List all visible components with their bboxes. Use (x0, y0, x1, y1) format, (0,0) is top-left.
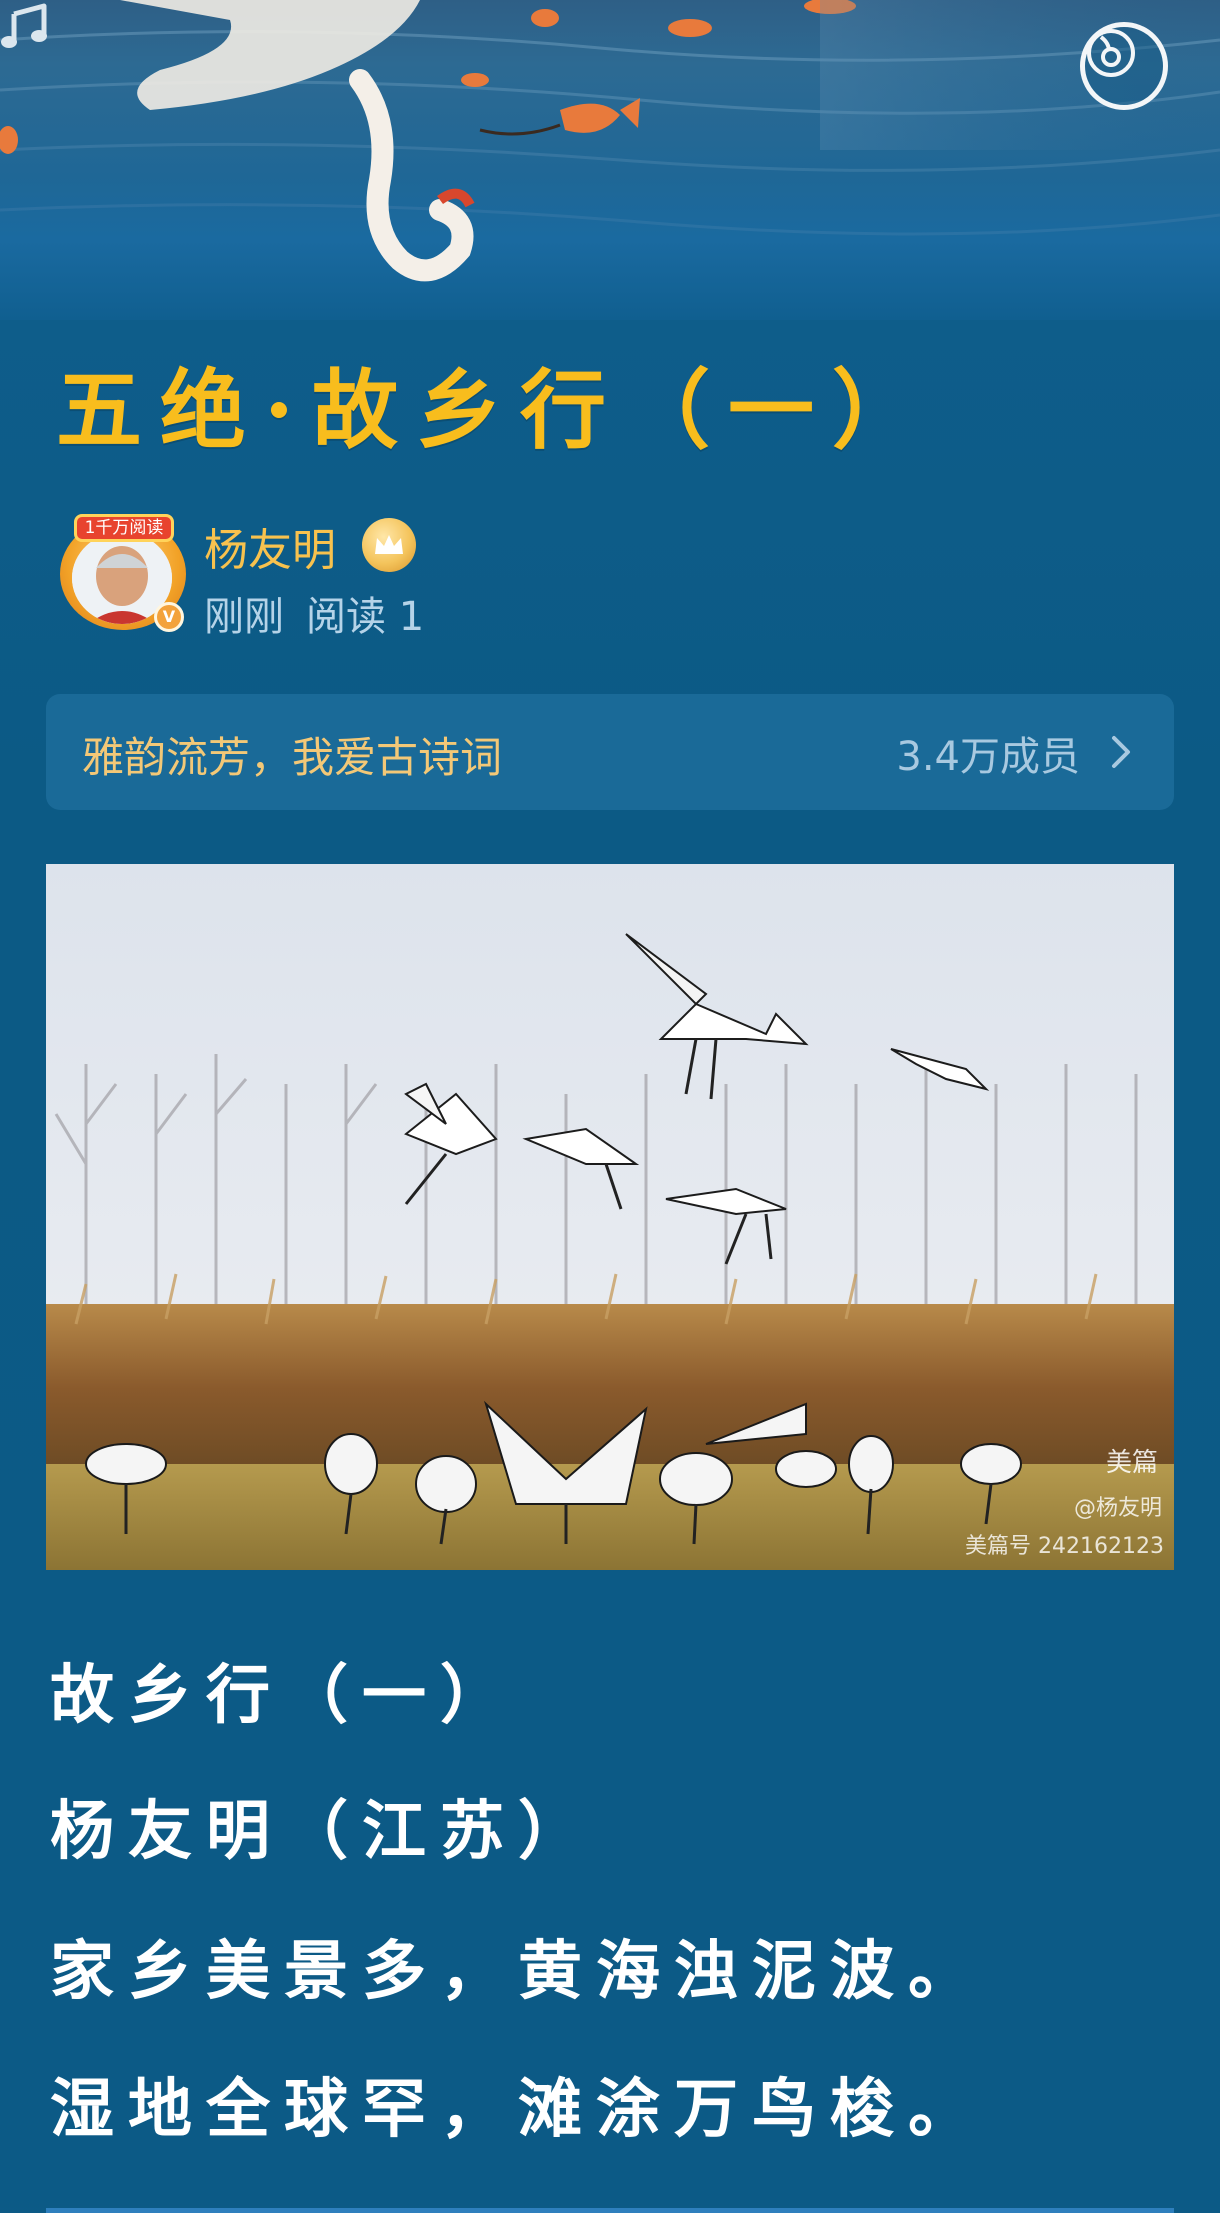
crown-icon (362, 518, 416, 572)
verified-icon: V (154, 602, 184, 632)
watermark-author: @杨友明 (1073, 1496, 1162, 1521)
poem-author: 杨友明（江苏） (50, 1794, 596, 1869)
community-name: 雅韵流芳，我爱古诗词 (82, 733, 503, 782)
music-disc-button[interactable] (1080, 22, 1168, 110)
watermark-brand: 美篇 (1105, 1448, 1158, 1478)
poem-line: 湿地全球罕，滩涂万鸟梭。 (50, 2072, 986, 2147)
article-title: 五绝·故乡行（一） (56, 360, 936, 461)
read-count: 阅读 1 (306, 594, 425, 640)
reading-milestone-badge: 1千万阅读 (74, 514, 174, 542)
poem-title: 故乡行（一） (50, 1658, 518, 1733)
article-meta: 刚刚 阅读 1 (204, 584, 424, 642)
header-banner-image (0, 0, 1220, 320)
author-name[interactable]: 杨友明 (204, 514, 336, 578)
cranes-photo (46, 864, 1174, 1570)
poem-line: 家乡美景多，黄海浊泥波。 (50, 1934, 986, 2009)
author-avatar[interactable]: 1千万阅读 V (56, 498, 190, 636)
publish-time: 刚刚 (204, 594, 284, 640)
community-member-count: 3.4万成员 (896, 734, 1080, 780)
water-scene (0, 0, 1220, 282)
community-link[interactable]: 雅韵流芳，我爱古诗词 3.4万成员 (46, 694, 1174, 810)
article-photo[interactable]: 美篇 @杨友明 美篇号 242162123 (46, 864, 1174, 1570)
article-page: 五绝·故乡行（一） 1千万阅读 V 杨友明 刚刚 阅读 1 雅韵流芳，我爱古诗词 … (0, 0, 1220, 2213)
divider (46, 2208, 1174, 2213)
music-disc-icon (1087, 29, 1135, 77)
music-note-icon[interactable] (0, 0, 52, 52)
watermark-id: 美篇号 242162123 (965, 1534, 1164, 1559)
chevron-right-icon (1112, 736, 1130, 768)
